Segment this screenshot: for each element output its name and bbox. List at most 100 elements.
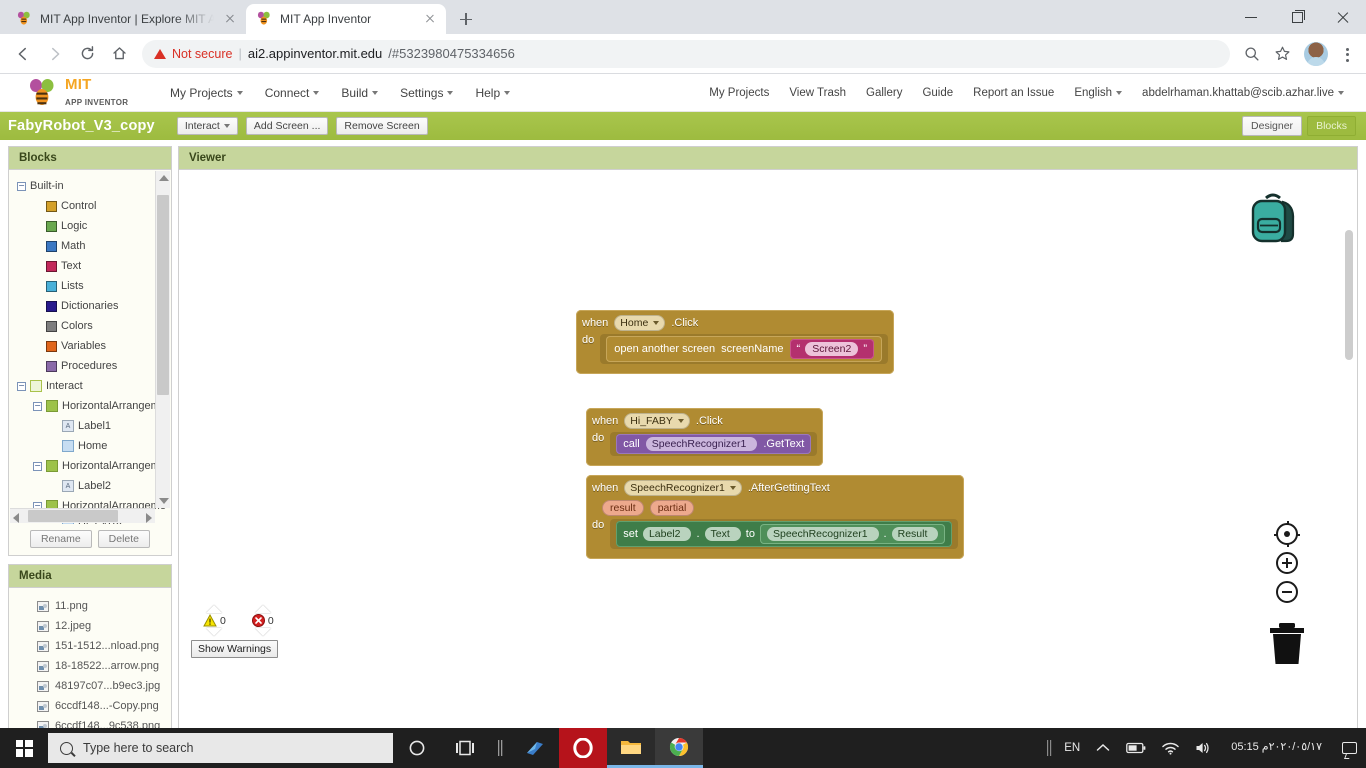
do-slot[interactable]: call SpeechRecognizer1 .GetText [610,432,818,456]
call-method-block[interactable]: call SpeechRecognizer1 .GetText [616,434,812,454]
media-item[interactable]: 6ccdf148...-Copy.png [9,696,171,716]
canvas-vertical-scrollbar[interactable] [1345,230,1353,360]
center-blocks-icon[interactable] [1274,521,1300,547]
edge-icon[interactable] [511,728,559,768]
triangle-up-icon[interactable] [206,605,223,613]
block-hifaby-click[interactable]: when Hi_FABY .Click do call SpeechRecogn… [586,408,824,466]
show-hidden-icons[interactable] [1088,728,1118,768]
avatar[interactable] [1304,41,1328,66]
cortana-icon[interactable] [393,728,441,768]
language-selector[interactable]: English [1074,87,1123,99]
opera-icon[interactable] [559,728,607,768]
show-warnings-button[interactable]: Show Warnings [191,640,279,658]
tree-collapse-toggle[interactable]: − [17,381,26,391]
menu-my-projects[interactable]: My Projects [170,86,243,100]
backpack-icon[interactable] [1247,190,1299,246]
tree-item-interact[interactable]: − Interact [9,376,171,396]
maximize-button[interactable] [1274,0,1320,34]
media-item[interactable]: 48197c07...b9ec3.jpg [9,676,171,696]
bookmark-star-icon[interactable] [1268,40,1296,68]
text-value-field[interactable]: Screen2 [805,342,859,356]
tree-item-built-in[interactable]: − Built-in [9,176,171,196]
link-my-projects[interactable]: My Projects [709,87,769,99]
param-result[interactable]: result [602,500,644,516]
minimize-button[interactable] [1228,0,1274,34]
media-item[interactable]: 12.jpeg [9,616,171,636]
tree-item-dictionaries[interactable]: Dictionaries [9,296,171,316]
zoom-in-icon[interactable] [1276,552,1298,574]
zoom-out-icon[interactable] [1276,581,1298,603]
reload-icon[interactable] [72,39,102,69]
param-partial[interactable]: partial [649,500,695,516]
media-item[interactable]: 11.png [9,596,171,616]
event-block[interactable]: when Home .Click do open another screen … [576,310,894,374]
menu-connect[interactable]: Connect [265,86,320,100]
blocks-tree-container[interactable]: − Built-in Control Logic Math Text Lists Dictio… [9,170,171,524]
close-window-button[interactable] [1320,0,1366,34]
tree-item-horizontalarrangeme[interactable]: − HorizontalArrangeme [9,456,171,476]
menu-build[interactable]: Build [341,86,379,100]
triangle-up-icon[interactable] [254,605,271,613]
tree-item-label2[interactable]: A Label2 [9,476,171,496]
tree-item-logic[interactable]: Logic [9,216,171,236]
tree-item-home[interactable]: Home [9,436,171,456]
component-dropdown[interactable]: Hi_FABY [624,413,690,429]
warning-counter[interactable]: 0 [203,605,226,636]
tree-item-text[interactable]: Text [9,256,171,276]
get-property-block[interactable]: SpeechRecognizer1 . Result [759,524,946,544]
tree-item-variables[interactable]: Variables [9,336,171,356]
tree-scroll-thumb[interactable] [157,195,169,395]
tree-item-procedures[interactable]: Procedures [9,356,171,376]
zoom-search-icon[interactable] [1238,40,1266,68]
call-component-dropdown[interactable]: SpeechRecognizer1 [645,437,758,451]
event-block[interactable]: when Hi_FABY .Click do call SpeechRecogn… [586,408,824,466]
block-speech-aftergettingtext[interactable]: when SpeechRecognizer1 .AfterGettingText… [586,475,965,559]
link-report-issue[interactable]: Report an Issue [973,87,1054,99]
tree-item-lists[interactable]: Lists [9,276,171,296]
do-slot[interactable]: set Label2 . Text to SpeechRecognizer1 .… [610,519,959,549]
triangle-down-icon[interactable] [206,628,223,636]
close-icon[interactable] [422,11,438,27]
back-icon[interactable] [8,39,38,69]
user-account-menu[interactable]: abdelrhaman.khattab@scib.azhar.live [1142,87,1344,99]
forward-icon[interactable] [40,39,70,69]
file-explorer-icon[interactable] [607,728,655,768]
menu-settings[interactable]: Settings [400,86,454,100]
set-property-block[interactable]: set Label2 . Text to SpeechRecognizer1 .… [616,521,953,547]
component-dropdown[interactable]: Home [614,315,666,331]
menu-help[interactable]: Help [475,86,511,100]
error-counter[interactable]: 0 [251,605,274,636]
tree-collapse-toggle[interactable]: − [33,461,42,471]
scroll-up-icon[interactable] [159,175,169,181]
scroll-left-icon[interactable] [13,512,19,523]
tree-item-control[interactable]: Control [9,196,171,216]
browser-tab-2[interactable]: MIT App Inventor [246,4,446,34]
language-indicator[interactable]: EN [1056,728,1088,768]
tree-vertical-scrollbar[interactable] [155,171,170,508]
rename-button[interactable]: Rename [29,529,92,548]
value-property-dropdown[interactable]: Result [891,527,939,541]
browser-tab-1[interactable]: MIT App Inventor | Explore MIT A [6,4,246,34]
event-block[interactable]: when SpeechRecognizer1 .AfterGettingText… [586,475,965,559]
start-button[interactable] [0,728,48,768]
do-slot[interactable]: open another screen screenName “ Screen2… [600,334,888,364]
chrome-menu-icon[interactable] [1336,40,1358,68]
close-icon[interactable] [222,11,238,27]
open-screen-block[interactable]: open another screen screenName “ Screen2… [606,336,882,362]
tree-item-colors[interactable]: Colors [9,316,171,336]
new-tab-button[interactable] [452,5,480,33]
link-gallery[interactable]: Gallery [866,87,902,99]
tree-horizontal-scrollbar[interactable] [10,507,155,523]
delete-button[interactable]: Delete [97,529,151,548]
component-dropdown[interactable]: SpeechRecognizer1 [624,480,742,496]
block-home-click[interactable]: when Home .Click do open another screen … [576,310,894,374]
task-view-icon[interactable] [441,728,489,768]
address-bar[interactable]: Not secure | ai2.appinventor.mit.edu /#53… [142,39,1230,68]
media-item[interactable]: 151-1512...nload.png [9,636,171,656]
interact-dropdown[interactable]: Interact [176,116,238,136]
scroll-right-icon[interactable] [146,512,152,523]
scroll-down-icon[interactable] [159,497,169,504]
add-screen-button[interactable]: Add Screen ... [245,116,329,136]
remove-screen-button[interactable]: Remove Screen [336,116,428,136]
set-target-dropdown[interactable]: Label2 [642,527,692,541]
